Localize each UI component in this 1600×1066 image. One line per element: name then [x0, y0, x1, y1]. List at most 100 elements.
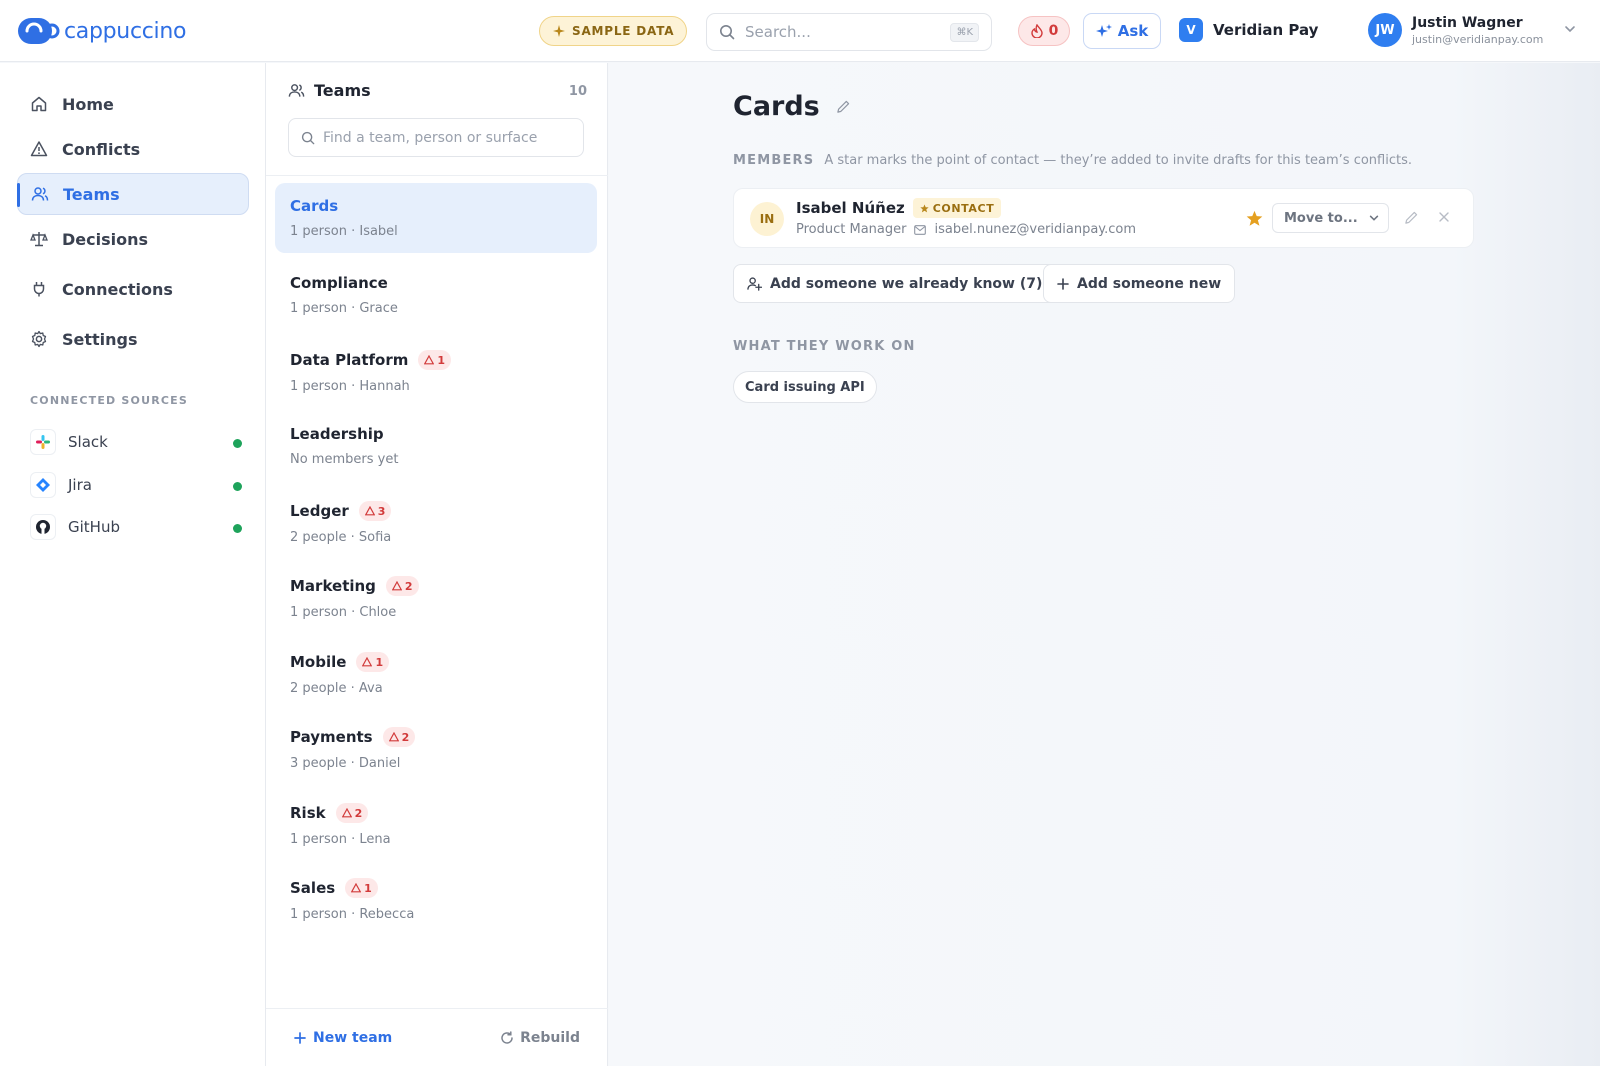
team-item-compliance[interactable]: Compliance 1 person · Grace	[275, 260, 597, 330]
new-team-button[interactable]: New team	[294, 1030, 392, 1046]
sidebar-item-conflicts[interactable]: Conflicts	[17, 128, 249, 170]
conflict-count-badge: 1	[356, 652, 390, 672]
team-name: Leadership	[290, 425, 384, 443]
global-search-input[interactable]: Search... ⌘K	[706, 13, 992, 51]
team-members-summary: 1 person · Hannah	[290, 379, 410, 394]
sidebar-item-teams[interactable]: Teams	[17, 173, 249, 215]
team-item-leadership[interactable]: Leadership No members yet	[275, 411, 597, 481]
sidebar-item-label: Teams	[63, 184, 120, 204]
app-logo[interactable]: cappuccino	[16, 14, 186, 48]
conflicts-counter-button[interactable]: 0	[1018, 16, 1070, 46]
org-logo: V	[1179, 18, 1203, 42]
team-name: Ledger	[290, 502, 349, 520]
conflict-count-badge: 2	[382, 727, 416, 747]
org-name: Veridian Pay	[1213, 21, 1319, 39]
team-name: Sales	[290, 879, 336, 897]
sidebar-item-connections[interactable]: Connections	[17, 268, 249, 310]
sidebar-item-label: Settings	[62, 329, 138, 349]
user-menu[interactable]: JW Justin Wagner justin@veridianpay.com	[1368, 13, 1543, 47]
sparkle-icon	[553, 25, 565, 37]
home-icon	[31, 96, 47, 112]
warning-icon	[30, 141, 48, 157]
source-jira[interactable]: Jira	[30, 470, 242, 500]
teams-footer: New team Rebuild	[266, 1008, 608, 1066]
team-item-ledger[interactable]: Ledger 3 2 people · Sofia	[275, 487, 597, 557]
search-shortcut: ⌘K	[950, 22, 979, 42]
sidebar-item-settings[interactable]: Settings	[17, 318, 249, 360]
members-label: MEMBERS	[733, 153, 815, 168]
team-members-summary: 3 people · Daniel	[290, 756, 401, 771]
plus-icon	[1057, 277, 1069, 290]
users-icon	[288, 84, 305, 97]
conflict-count: 1	[437, 353, 446, 367]
sidebar-item-label: Connections	[62, 279, 173, 299]
close-icon[interactable]	[1438, 211, 1450, 223]
team-item-data-platform[interactable]: Data Platform 1 1 person · Hannah	[275, 336, 597, 406]
members-hint: A star marks the point of contact — they…	[824, 153, 1413, 168]
star-icon[interactable]	[1246, 210, 1263, 227]
status-connected-dot	[233, 439, 242, 448]
source-label: Jira	[68, 476, 92, 494]
divider	[266, 175, 608, 176]
add-user-icon	[747, 277, 762, 291]
team-search-placeholder: Find a team, person or surface	[323, 129, 538, 146]
teams-count: 10	[568, 84, 587, 99]
team-item-sales[interactable]: Sales 1 1 person · Rebecca	[275, 864, 597, 934]
team-search-input[interactable]: Find a team, person or surface	[288, 118, 584, 157]
chevron-down-icon[interactable]	[1563, 22, 1577, 36]
team-title: Cards	[733, 91, 820, 122]
team-members-summary: No members yet	[290, 452, 399, 467]
user-name: Justin Wagner	[1412, 14, 1523, 31]
add-known-label: Add someone we already know (7)	[770, 275, 1043, 292]
sidebar-item-label: Decisions	[62, 229, 149, 249]
move-to-select[interactable]: Move to...	[1272, 203, 1389, 233]
contact-badge: CONTACT	[912, 198, 1002, 218]
users-icon	[31, 187, 49, 201]
team-item-risk[interactable]: Risk 2 1 person · Lena	[275, 789, 597, 859]
team-members-summary: 1 person · Chloe	[290, 605, 397, 620]
conflict-count: 2	[354, 806, 363, 820]
rebuild-button[interactable]: Rebuild	[500, 1030, 580, 1046]
source-github[interactable]: GitHub	[30, 512, 242, 542]
search-icon	[301, 131, 315, 144]
team-item-mobile[interactable]: Mobile 1 2 people · Ava	[275, 638, 597, 708]
conflict-count-badge: 1	[418, 350, 452, 370]
search-icon	[720, 25, 735, 40]
team-name: Cards	[290, 197, 339, 215]
top-bar: cappuccino SAMPLE DATA Search... ⌘K 0 As…	[0, 0, 1600, 62]
team-item-cards[interactable]: Cards 1 person · Isabel	[275, 183, 597, 253]
conflict-count: 2	[401, 730, 410, 744]
member-name: Isabel Núñez	[796, 199, 905, 217]
conflict-count-badge: 2	[385, 576, 419, 596]
member-email: isabel.nunez@veridianpay.com	[934, 222, 1137, 237]
conflict-count: 1	[375, 655, 384, 669]
source-label: GitHub	[68, 518, 120, 536]
new-team-label: New team	[313, 1030, 393, 1046]
search-placeholder: Search...	[745, 23, 811, 41]
pencil-icon[interactable]	[1404, 210, 1419, 225]
sidebar-item-home[interactable]: Home	[17, 83, 249, 125]
slack-icon	[30, 429, 56, 455]
team-members-summary: 1 person · Grace	[290, 301, 398, 316]
team-item-marketing[interactable]: Marketing 2 1 person · Chloe	[275, 562, 597, 632]
warning-icon	[364, 506, 375, 516]
connected-sources-heading: CONNECTED SOURCES	[30, 394, 188, 407]
plug-icon	[33, 282, 45, 297]
add-known-person-button[interactable]: Add someone we already know (7)	[733, 264, 1057, 303]
org-switcher[interactable]: V Veridian Pay	[1179, 18, 1318, 42]
surface-chip[interactable]: Card issuing API	[733, 371, 877, 403]
team-item-payments[interactable]: Payments 2 3 people · Daniel	[275, 713, 597, 783]
conflicts-count: 0	[1048, 23, 1059, 39]
warning-icon	[388, 732, 399, 742]
page-title: Cards	[733, 91, 851, 122]
member-role: Product Manager	[796, 222, 907, 237]
refresh-icon	[501, 1031, 513, 1044]
team-name: Risk	[290, 804, 326, 822]
sidebar-item-decisions[interactable]: Decisions	[17, 218, 249, 260]
ask-button[interactable]: Ask	[1083, 13, 1161, 49]
source-slack[interactable]: Slack	[30, 427, 242, 457]
scale-icon	[30, 232, 48, 247]
pencil-icon[interactable]	[836, 99, 851, 114]
conflict-count: 3	[377, 504, 386, 518]
add-new-person-button[interactable]: Add someone new	[1043, 264, 1236, 303]
